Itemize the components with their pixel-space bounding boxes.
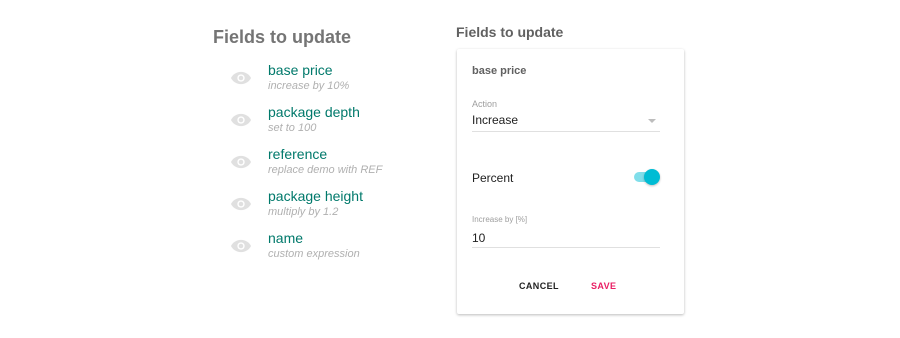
percent-label: Percent (472, 171, 514, 185)
eye-icon[interactable] (230, 71, 252, 85)
field-name: package height (268, 188, 363, 204)
dropdown-arrow-icon (648, 119, 656, 123)
eye-icon[interactable] (230, 197, 252, 211)
field-name: base price (268, 62, 333, 78)
card-title: base price (472, 65, 527, 77)
field-description: multiply by 1.2 (268, 206, 339, 218)
save-button[interactable]: SAVE (585, 277, 622, 295)
action-select-value: Increase (472, 113, 519, 127)
increase-by-input[interactable] (472, 229, 660, 248)
increase-by-label: Increase by [%] (472, 215, 528, 224)
toggle-thumb (644, 169, 660, 185)
field-name: package depth (268, 104, 360, 120)
field-edit-card: base price Action Increase Percent Incre… (457, 49, 684, 314)
field-name: name (268, 230, 304, 246)
eye-icon[interactable] (230, 113, 252, 127)
field-description: increase by 10% (268, 80, 350, 92)
field-description: set to 100 (268, 122, 317, 134)
eye-icon[interactable] (230, 239, 252, 253)
percent-toggle[interactable] (634, 169, 660, 185)
field-description: custom expression (268, 248, 360, 260)
action-select[interactable]: Increase (472, 111, 660, 132)
field-name: reference (268, 146, 328, 162)
right-panel-title: Fields to update (456, 24, 564, 40)
eye-icon[interactable] (230, 155, 252, 169)
cancel-button[interactable]: CANCEL (513, 277, 565, 295)
field-description: replace demo with REF (268, 164, 383, 176)
page: Fields to update base price increase by … (0, 0, 900, 338)
left-panel-title: Fields to update (213, 27, 352, 47)
action-label: Action (472, 99, 498, 109)
